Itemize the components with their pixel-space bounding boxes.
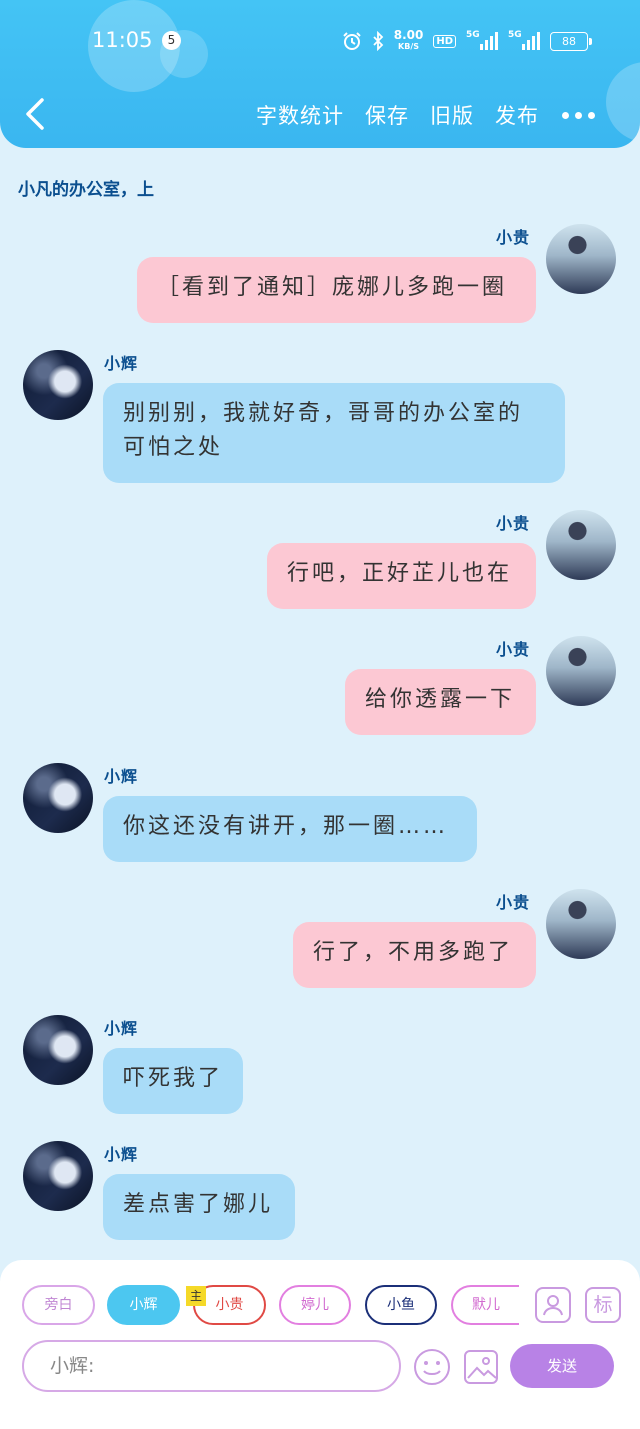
image-icon[interactable]	[462, 1348, 500, 1386]
sender-name: 小贵	[496, 893, 531, 912]
header-bar: 11:05 5 8.00 KB/S HD 5G 5G 88 字数统计 保存 旧版…	[0, 0, 640, 148]
role-chip-xiaoyu[interactable]: 小鱼	[365, 1285, 437, 1325]
sender-name: 小辉	[104, 1145, 139, 1164]
avatar[interactable]	[23, 1015, 93, 1085]
avatar[interactable]	[23, 350, 93, 420]
send-button[interactable]: 发送	[510, 1344, 614, 1388]
notification-badge: 5	[162, 31, 181, 50]
network-speed-unit: KB/S	[398, 42, 420, 51]
sender-name: 小贵	[496, 640, 531, 659]
message-bubble[interactable]: 行了，不用多跑了	[293, 922, 536, 988]
signal-icon: 5G	[508, 30, 540, 50]
header-actions: 字数统计 保存 旧版 发布	[256, 100, 539, 130]
hd-badge: HD	[433, 34, 456, 48]
decor-bubble	[606, 62, 640, 142]
alarm-icon	[343, 32, 361, 50]
avatar[interactable]	[23, 1141, 93, 1211]
status-time: 11:05	[92, 28, 153, 52]
sender-name: 小贵	[496, 228, 531, 247]
avatar[interactable]	[23, 763, 93, 833]
signal-label: 5G	[466, 30, 480, 40]
mark-icon[interactable]: 标	[585, 1287, 621, 1323]
signal-label: 5G	[508, 30, 522, 40]
role-chip-xiaohui[interactable]: 小辉	[107, 1285, 180, 1325]
network-speed-value: 8.00	[393, 28, 424, 42]
avatar[interactable]	[546, 636, 616, 706]
message-input[interactable]: 小辉:	[22, 1340, 401, 1392]
sender-name: 小贵	[496, 514, 531, 533]
message-bubble[interactable]: 你这还没有讲开，那一圈……	[103, 796, 477, 862]
sender-name: 小辉	[104, 1019, 139, 1038]
main-role-tag: 主	[186, 1286, 206, 1306]
bluetooth-icon	[373, 31, 383, 51]
message-bubble[interactable]: 别别别，我就好奇，哥哥的办公室的可怕之处	[103, 383, 565, 483]
network-speed: 8.00 KB/S	[393, 28, 424, 52]
message-bubble[interactable]: ［看到了通知］庞娜儿多跑一圈	[137, 257, 536, 323]
status-icons: 8.00 KB/S HD 5G 5G 88	[342, 28, 592, 54]
sender-name: 小辉	[104, 354, 139, 373]
signal-icon: 5G	[466, 30, 498, 50]
message-bubble[interactable]: 吓死我了	[103, 1048, 243, 1114]
message-bubble[interactable]: 给你透露一下	[345, 669, 536, 735]
character-manage-icon[interactable]	[535, 1287, 571, 1323]
role-chip-moer[interactable]: 默儿	[451, 1285, 519, 1325]
sender-name: 小辉	[104, 767, 139, 786]
avatar[interactable]	[546, 889, 616, 959]
back-icon[interactable]	[22, 96, 48, 132]
battery-icon: 88	[550, 31, 592, 51]
role-chip-narrator[interactable]: 旁白	[22, 1285, 95, 1325]
word-count-button[interactable]: 字数统计	[256, 100, 344, 130]
save-button[interactable]: 保存	[365, 100, 409, 130]
publish-button[interactable]: 发布	[495, 100, 539, 130]
old-version-button[interactable]: 旧版	[430, 100, 474, 130]
role-chip-tinger[interactable]: 婷儿	[279, 1285, 351, 1325]
emoji-icon[interactable]	[412, 1347, 452, 1387]
chapter-title: 小凡的办公室，上	[18, 180, 154, 200]
message-bubble[interactable]: 差点害了娜儿	[103, 1174, 295, 1240]
more-icon[interactable]	[562, 112, 595, 119]
message-bubble[interactable]: 行吧，正好芷儿也在	[267, 543, 536, 609]
avatar[interactable]	[546, 224, 616, 294]
avatar[interactable]	[546, 510, 616, 580]
